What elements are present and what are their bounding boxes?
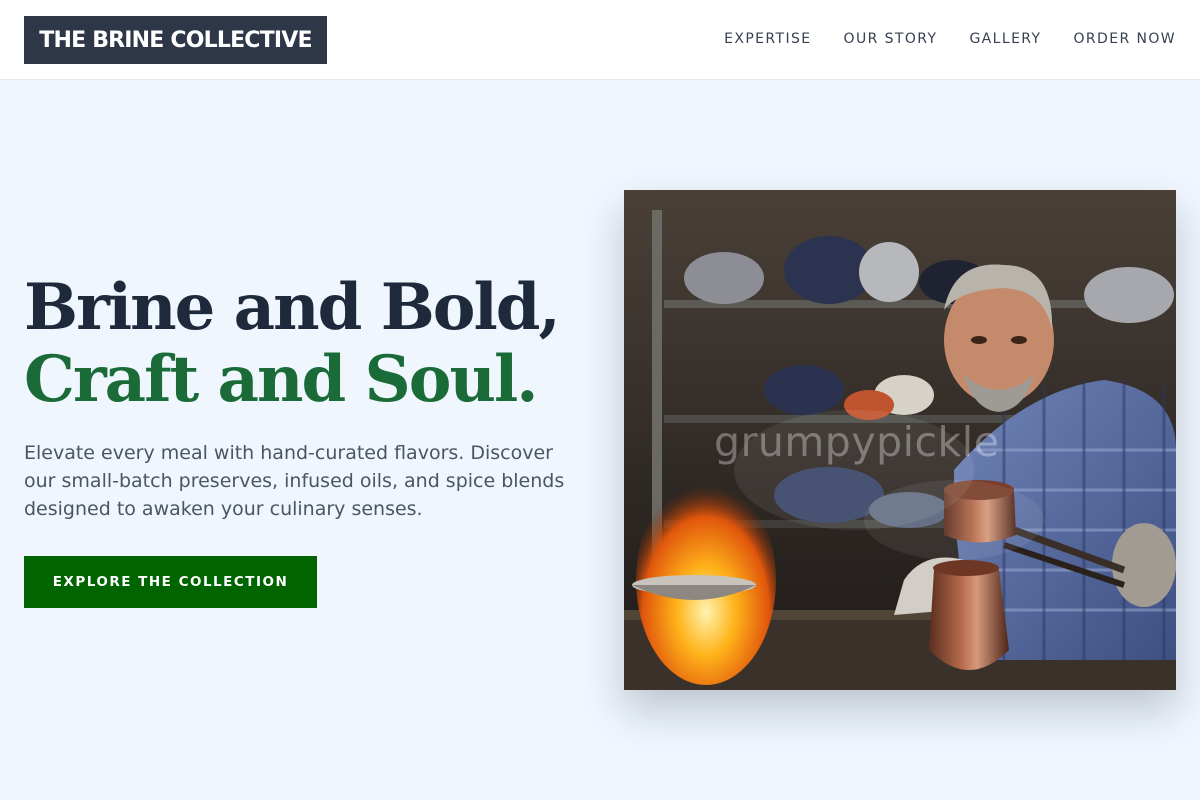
main-nav: EXPERTISE OUR STORY GALLERY ORDER NOW: [724, 0, 1176, 78]
explore-collection-button[interactable]: EXPLORE THE COLLECTION: [24, 556, 317, 608]
hero-description: Elevate every meal with hand-curated fla…: [24, 442, 565, 520]
hero-image-craftsman: grumpypickle: [624, 190, 1176, 690]
hero-title: Brine and Bold, Craft and Soul.: [24, 272, 604, 416]
site-header: THE BRINE COLLECTIVE EXPERTISE OUR STORY…: [0, 0, 1200, 80]
hero-title-line-1: Brine and Bold,: [24, 270, 561, 345]
nav-link-order-now[interactable]: ORDER NOW: [1074, 31, 1177, 47]
brand-logo[interactable]: THE BRINE COLLECTIVE: [24, 16, 327, 64]
nav-link-expertise[interactable]: EXPERTISE: [724, 31, 811, 47]
hero-title-line-2: Craft and Soul.: [24, 342, 539, 417]
nav-link-our-story[interactable]: OUR STORY: [844, 31, 938, 47]
image-watermark: grumpypickle: [714, 418, 1000, 466]
nav-link-gallery[interactable]: GALLERY: [969, 31, 1041, 47]
